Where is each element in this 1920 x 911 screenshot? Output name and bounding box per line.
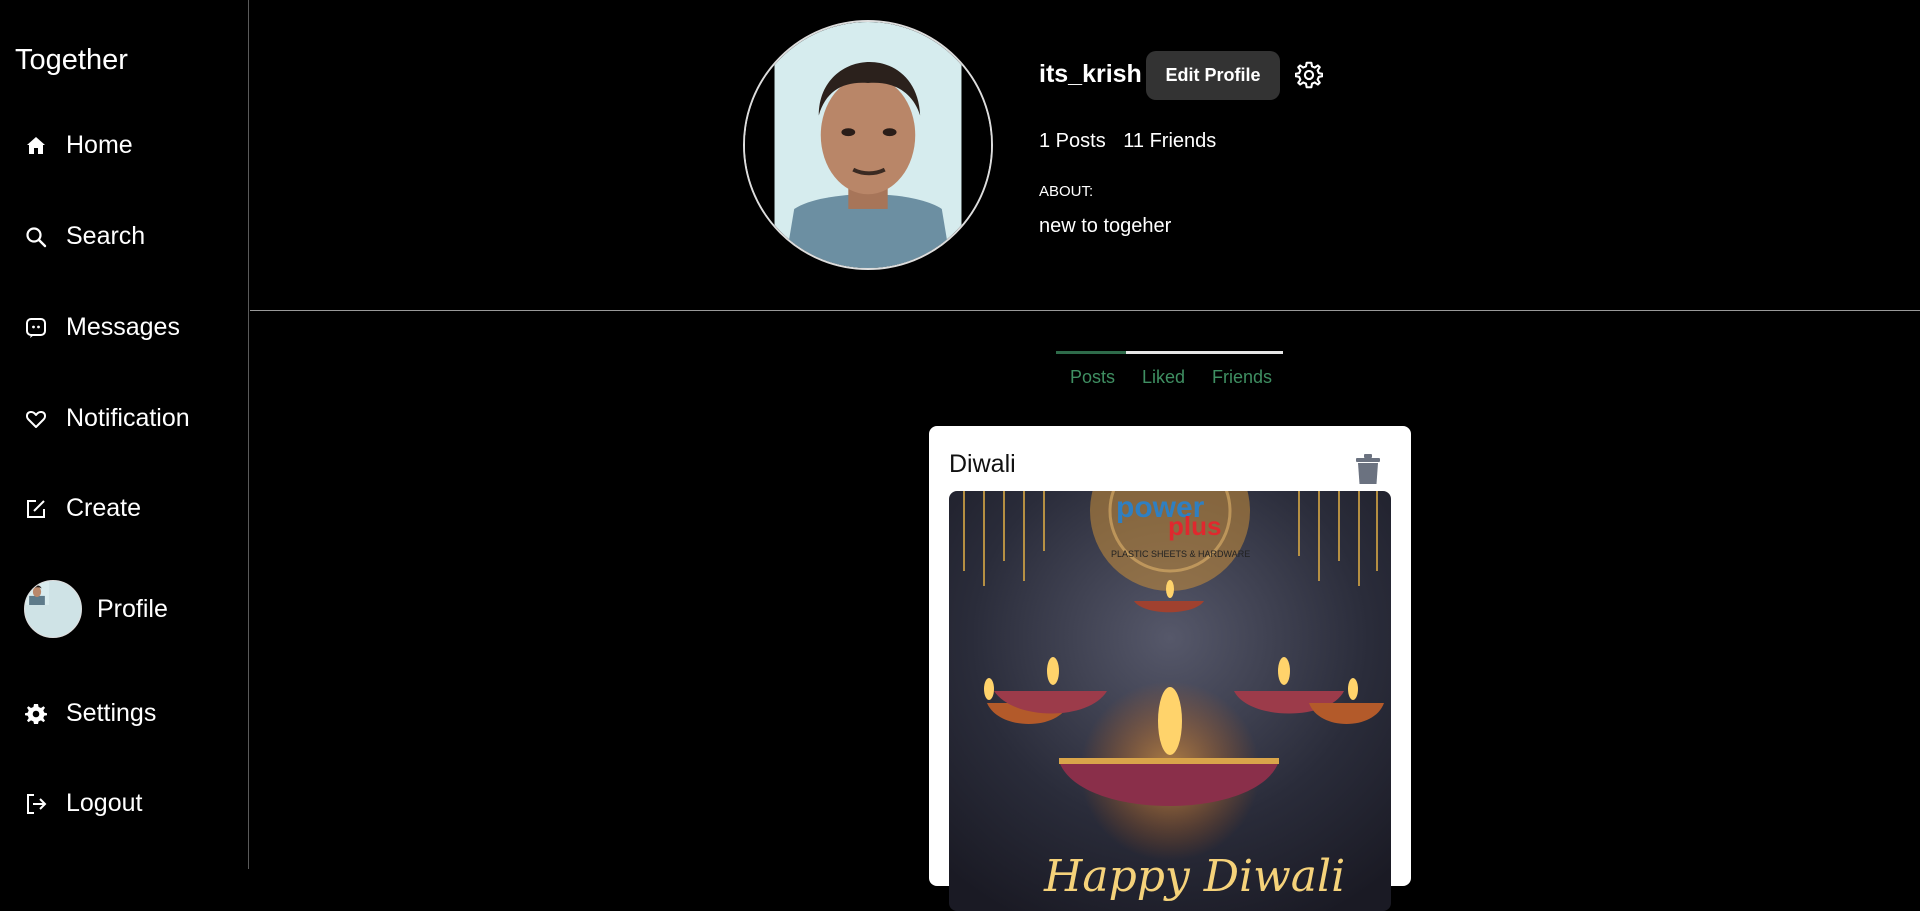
tab-indicator	[1126, 351, 1283, 354]
divider	[250, 310, 1920, 311]
tab-liked[interactable]: Liked	[1142, 367, 1185, 388]
sidebar-item-settings[interactable]: Settings	[24, 699, 156, 728]
tab-posts[interactable]: Posts	[1070, 367, 1115, 388]
about-label: ABOUT:	[1039, 183, 1094, 200]
sidebar-item-label: Messages	[66, 313, 180, 341]
sidebar-item-label: Settings	[66, 699, 157, 727]
sidebar: Together Home Search Messages Notificati…	[0, 0, 249, 869]
profile-stats: 1 Posts 11 Friends	[1039, 130, 1228, 153]
profile-tabs: Posts Liked Friends	[1056, 351, 1283, 391]
sidebar-item-messages[interactable]: Messages	[24, 313, 180, 342]
search-icon	[26, 226, 47, 247]
username: its_krish	[1039, 60, 1142, 88]
profile-main: its_krish Edit Profile 1 Posts 11 Friend…	[250, 0, 1920, 911]
create-icon	[27, 499, 45, 518]
edit-profile-button[interactable]: Edit Profile	[1146, 51, 1280, 100]
sidebar-item-label: Create	[66, 494, 142, 522]
brand-secondary: plus	[1168, 511, 1221, 541]
profile-photo	[745, 22, 991, 268]
sidebar-item-notification[interactable]: Notification	[24, 404, 190, 433]
gear-icon[interactable]	[1295, 61, 1323, 89]
sidebar-item-home[interactable]: Home	[24, 131, 133, 160]
logout-icon	[27, 793, 47, 814]
sidebar-item-label: Search	[66, 222, 146, 250]
avatar	[24, 580, 82, 638]
sidebar-item-label: Notification	[66, 404, 190, 432]
home-icon	[27, 136, 45, 154]
post-image[interactable]: power plus PLASTIC SHEETS & HARDWARE Hap…	[949, 491, 1391, 911]
messages-icon	[26, 317, 46, 338]
friends-count[interactable]: 11 Friends	[1123, 130, 1216, 152]
brand-logo[interactable]: Together	[15, 44, 128, 77]
sidebar-item-label: Logout	[66, 789, 143, 817]
brand-tagline: PLASTIC SHEETS & HARDWARE	[1111, 549, 1250, 559]
greeting-text: Happy Diwali	[1043, 851, 1345, 902]
sidebar-item-search[interactable]: Search	[24, 222, 145, 251]
tab-indicator-active	[1056, 351, 1126, 354]
profile-avatar[interactable]	[743, 20, 993, 270]
about-text: new to togeher	[1039, 215, 1172, 237]
sidebar-item-create[interactable]: Create	[24, 494, 141, 523]
post-card: Diwali power plus PLASTIC SHEETS & HARDW…	[929, 426, 1411, 911]
posts-count[interactable]: 1 Posts	[1039, 130, 1106, 152]
post-title: Diwali	[949, 450, 1016, 478]
sidebar-item-profile[interactable]: Profile	[24, 580, 168, 638]
sidebar-item-logout[interactable]: Logout	[24, 789, 142, 818]
sidebar-item-label: Profile	[97, 594, 168, 623]
sidebar-item-label: Home	[66, 131, 133, 159]
heart-icon	[25, 410, 47, 428]
gear-icon	[25, 703, 47, 724]
diwali-artwork: power plus PLASTIC SHEETS & HARDWARE Hap…	[949, 491, 1391, 911]
trash-icon[interactable]	[1354, 453, 1382, 485]
tab-friends[interactable]: Friends	[1212, 367, 1272, 388]
